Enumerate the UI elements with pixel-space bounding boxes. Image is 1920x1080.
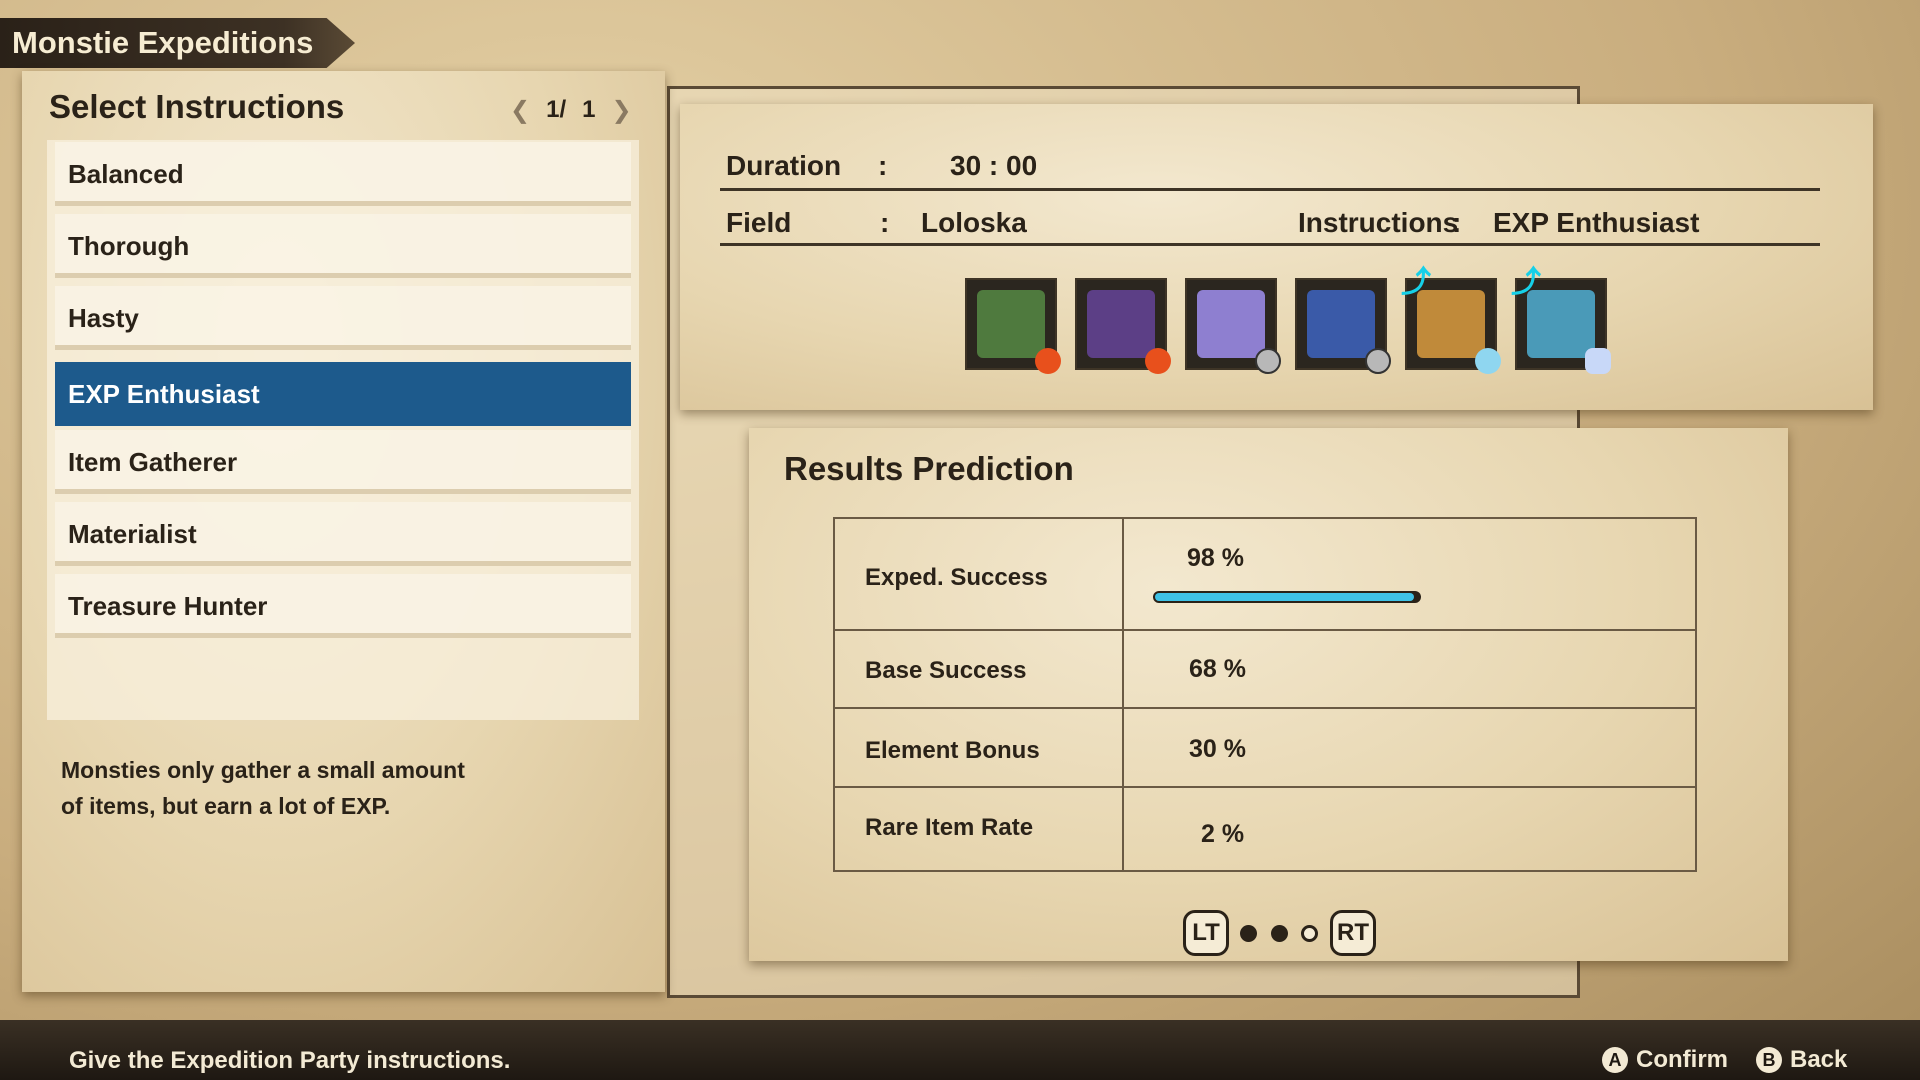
- prev-page-icon[interactable]: ❮: [510, 96, 530, 125]
- table-row: Element Bonus 30 %: [835, 709, 1695, 788]
- page-current: 1/: [546, 96, 567, 123]
- row-value: 30 %: [1189, 735, 1246, 763]
- colon: :: [1452, 207, 1462, 238]
- confirm-label: Confirm: [1636, 1046, 1728, 1073]
- ice-element-icon: [1585, 348, 1611, 374]
- instruction-balanced[interactable]: Balanced: [55, 142, 631, 206]
- next-page-icon[interactable]: ❯: [611, 96, 631, 125]
- row-label: Rare Item Rate: [865, 814, 1034, 841]
- b-button-icon: B: [1756, 1047, 1782, 1073]
- row-value: 98 %: [1187, 544, 1244, 572]
- divider: [720, 188, 1820, 191]
- results-title: Results Prediction: [784, 450, 1074, 487]
- screen-title: Monstie Expeditions: [12, 25, 314, 60]
- table-row: Rare Item Rate 2 %: [835, 788, 1695, 872]
- rt-button[interactable]: RT: [1330, 910, 1376, 956]
- instructions-value: EXP Enthusiast: [1493, 207, 1700, 238]
- instruction-hasty[interactable]: Hasty: [55, 286, 631, 350]
- row-value: 2 %: [1201, 820, 1245, 848]
- description-line: Monsties only gather a small amount: [61, 757, 465, 783]
- field-value: Loloska: [921, 207, 1027, 238]
- instruction-item-gatherer[interactable]: Item Gatherer: [55, 430, 631, 494]
- teal-monstie-icon[interactable]: ⤴: [1511, 268, 1611, 374]
- non-elemental-icon: [1255, 348, 1281, 374]
- description-line: of items, but earn a lot of EXP.: [61, 793, 391, 819]
- back-button[interactable]: B Back: [1756, 1046, 1847, 1074]
- divider: [720, 243, 1820, 246]
- orange-monstie-icon[interactable]: ⤴: [1401, 268, 1501, 374]
- colon: :: [880, 207, 890, 238]
- field-label: Field: [726, 207, 792, 238]
- instruction-treasure-hunter[interactable]: Treasure Hunter: [55, 574, 631, 638]
- instruction-thorough[interactable]: Thorough: [55, 214, 631, 278]
- green-monstie-icon[interactable]: [965, 278, 1061, 374]
- table-row: Exped. Success 98 %: [835, 519, 1695, 631]
- lavender-monstie-icon[interactable]: [1185, 278, 1281, 374]
- page-dot-active: [1301, 925, 1318, 942]
- panel-title: Select Instructions: [49, 88, 345, 125]
- boost-arrow-icon: ⤴: [1511, 266, 1541, 299]
- duration-label: Duration: [726, 150, 842, 181]
- instructions-label: Instructions: [1298, 207, 1459, 238]
- confirm-button[interactable]: A Confirm: [1602, 1046, 1728, 1074]
- a-button-icon: A: [1602, 1047, 1628, 1073]
- instruction-list: Balanced Thorough Hasty EXP Enthusiast I…: [47, 140, 639, 720]
- results-table: Exped. Success 98 % Base Success 68 % El…: [833, 517, 1697, 872]
- page-total: 1: [582, 96, 596, 123]
- instruction-exp-enthusiast[interactable]: EXP Enthusiast: [55, 362, 631, 426]
- page-dot: [1240, 925, 1257, 942]
- row-value: 68 %: [1189, 655, 1246, 683]
- boost-arrow-icon: ⤴: [1401, 266, 1431, 299]
- success-bar-fill: [1155, 593, 1414, 601]
- row-label: Exped. Success: [865, 564, 1048, 591]
- back-label: Back: [1790, 1046, 1848, 1073]
- instruction-materialist[interactable]: Materialist: [55, 502, 631, 566]
- fire-element-icon: [1035, 348, 1061, 374]
- title-banner: Monstie Expeditions: [0, 18, 355, 68]
- water-element-icon: [1475, 348, 1501, 374]
- purple-monstie-icon[interactable]: [1075, 278, 1171, 374]
- page-dot: [1271, 925, 1288, 942]
- instruction-description: Monsties only gather a small amount of i…: [61, 752, 481, 824]
- colon: :: [878, 150, 888, 181]
- lt-button[interactable]: LT: [1183, 910, 1229, 956]
- footer-hint: Give the Expedition Party instructions.: [69, 1047, 511, 1074]
- blue-monstie-icon[interactable]: [1295, 278, 1391, 374]
- non-elemental-icon: [1365, 348, 1391, 374]
- row-label: Base Success: [865, 657, 1027, 684]
- duration-value: 30 : 00: [950, 150, 1038, 181]
- row-label: Element Bonus: [865, 737, 1040, 764]
- pager: ❮ 1/ 1 ❯: [510, 96, 632, 125]
- table-row: Base Success 68 %: [835, 631, 1695, 709]
- success-bar: [1153, 591, 1421, 603]
- fire-element-icon: [1145, 348, 1171, 374]
